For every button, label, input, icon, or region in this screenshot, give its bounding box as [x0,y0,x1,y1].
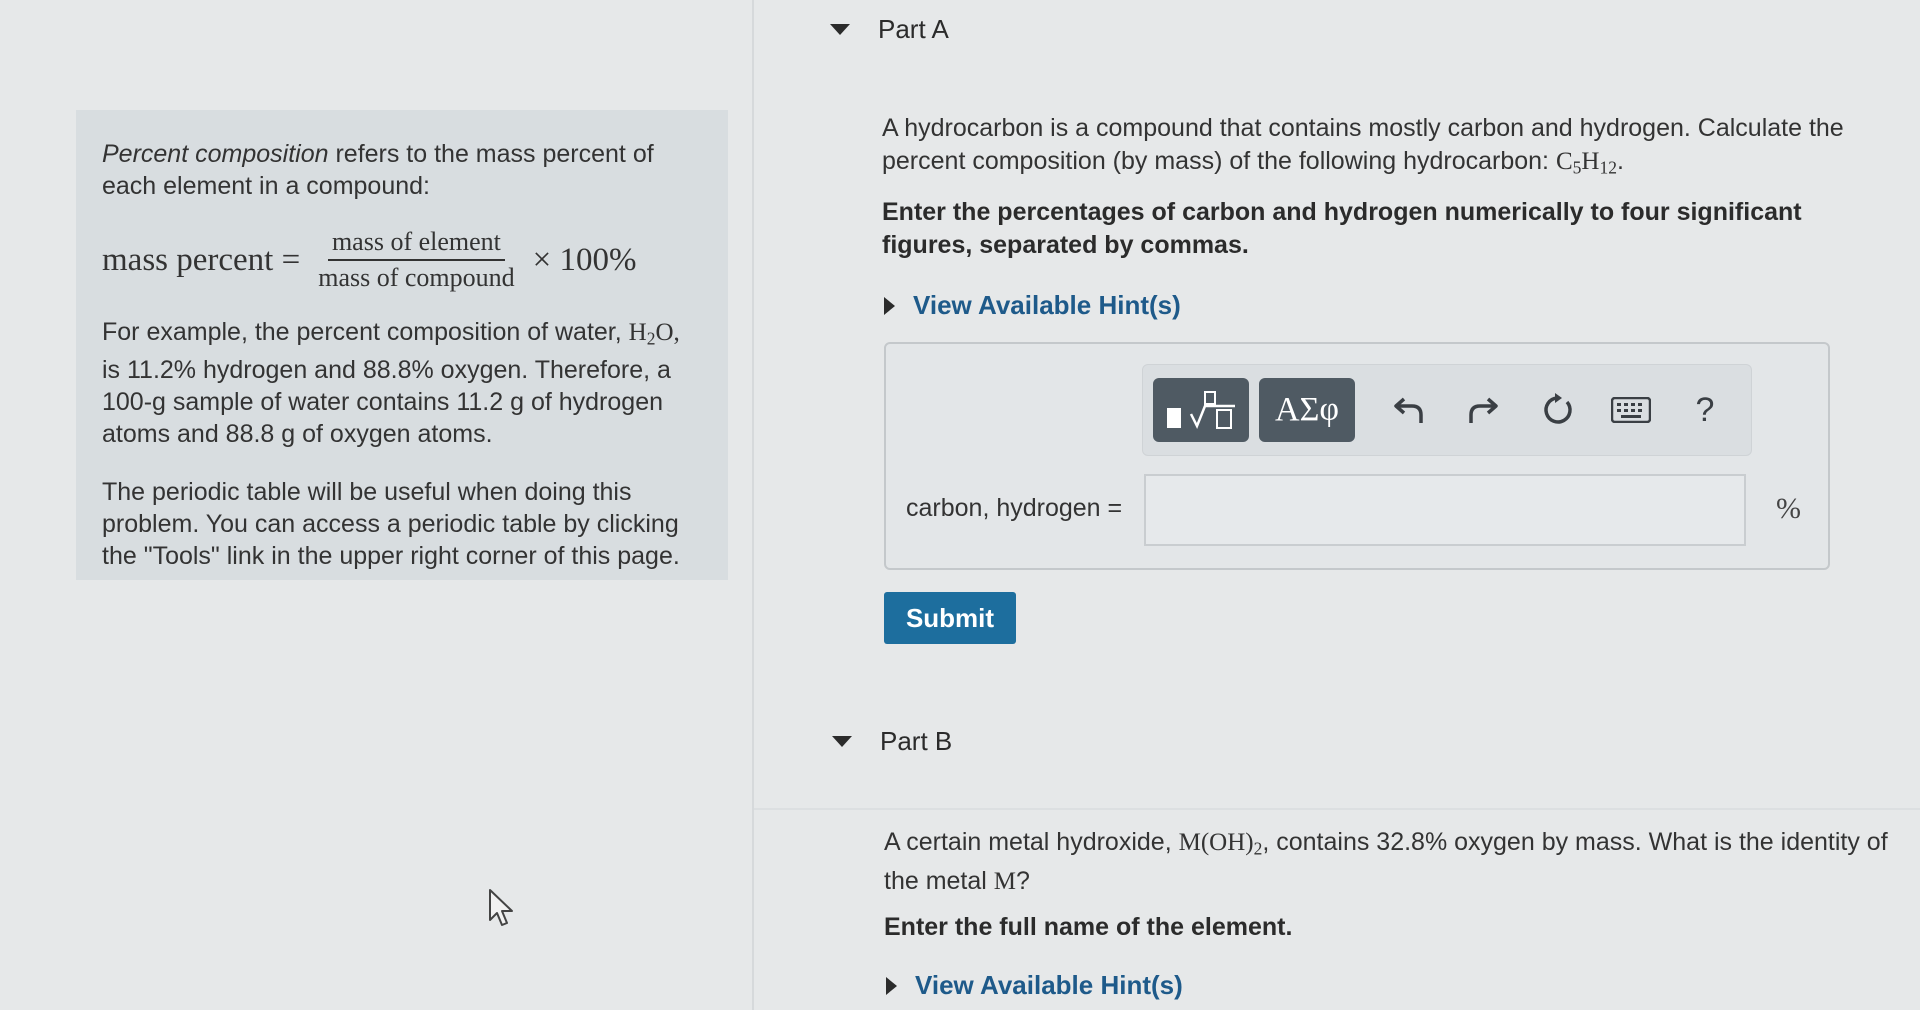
page: Percent composition refers to the mass p… [0,0,1920,1010]
intro-column: Percent composition refers to the mass p… [0,0,752,1010]
mouse-cursor-icon [489,889,513,926]
formula-numerator: mass of element [327,228,505,261]
submit-button[interactable]: Submit [884,592,1016,644]
part-b-hint-link[interactable]: View Available Hint(s) [886,970,1183,1001]
answer-label: carbon, hydrogen = [906,494,1123,522]
questions-column: Part A A hydrocarbon is a compound that … [754,0,1920,1010]
part-a-title: Part A [878,14,949,44]
percent-unit: % [1776,492,1801,525]
part-a-header[interactable]: Part A [830,14,949,45]
reset-icon[interactable] [1527,378,1587,442]
greek-symbols-button[interactable]: ΑΣφ [1259,378,1355,442]
formula-fraction: mass of element mass of compound [314,228,518,292]
water-formula: H2O, [628,319,680,348]
example-text-2: is 11.2% hydrogen and 88.8% oxygen. Ther… [102,356,671,449]
hydroxide-formula: M(OH)2 [1178,829,1263,858]
templates-icon [1167,391,1235,430]
help-icon[interactable]: ? [1675,378,1735,442]
keyboard-icon[interactable] [1601,378,1661,442]
mass-percent-formula: mass percent = mass of element mass of c… [102,228,704,292]
answer-input[interactable] [1144,474,1746,546]
part-a-question: A hydrocarbon is a compound that contain… [882,112,1892,184]
metal-symbol: M [993,868,1017,896]
math-toolbar: ΑΣφ ? [1142,364,1752,456]
part-b-title: Part B [880,726,953,756]
collapse-triangle-icon [832,736,852,747]
redo-icon[interactable] [1453,378,1513,442]
collapse-triangle-icon [830,24,850,35]
part-a-hint-link[interactable]: View Available Hint(s) [884,290,1181,321]
hydroxide-formula-main: M(OH) [1178,829,1254,856]
example-paragraph: For example, the percent composition of … [102,316,704,450]
part-b-instruction: Enter the full name of the element. [884,913,1293,941]
intro-emphasis: Percent composition [102,140,329,168]
water-h: H [628,319,647,346]
expand-triangle-icon [886,976,897,995]
part-b-question: A certain metal hydroxide, M(OH)2, conta… [884,826,1894,898]
formula-denominator: mass of compound [318,263,515,292]
part-a-instruction: Enter the percentages of carbon and hydr… [882,198,1802,259]
intro-box: Percent composition refers to the mass p… [76,110,728,580]
intro-paragraph: Percent composition refers to the mass p… [102,138,704,202]
formula-rhs: × 100% [532,242,637,278]
example-text-1: For example, the percent composition of … [102,318,629,346]
undo-icon[interactable] [1379,378,1439,442]
part-separator [754,808,1920,810]
part-a-answer-area: ΑΣφ ? carbon, hydrogen = % [884,342,1830,570]
templates-button[interactable] [1153,378,1249,442]
formula-end: . [1616,147,1624,175]
part-b-header[interactable]: Part B [832,726,952,757]
formula-lhs: mass percent = [102,242,301,278]
part-a-hint-label: View Available Hint(s) [913,290,1181,320]
water-o: O, [655,319,680,346]
formula-c: C [1555,148,1573,175]
part-b-hint-label: View Available Hint(s) [915,970,1183,1000]
hydrocarbon-formula: C5H12 [1555,148,1617,178]
part-a-question-text: A hydrocarbon is a compound that contain… [882,114,1844,175]
part-b-question-text-1: A certain metal hydroxide, [884,828,1179,856]
expand-triangle-icon [884,296,895,315]
formula-h: H [1581,148,1600,175]
part-b-question-end: ? [1016,867,1030,896]
periodic-table-note: The periodic table will be useful when d… [102,478,680,571]
formula-h-sub: 12 [1599,157,1617,178]
